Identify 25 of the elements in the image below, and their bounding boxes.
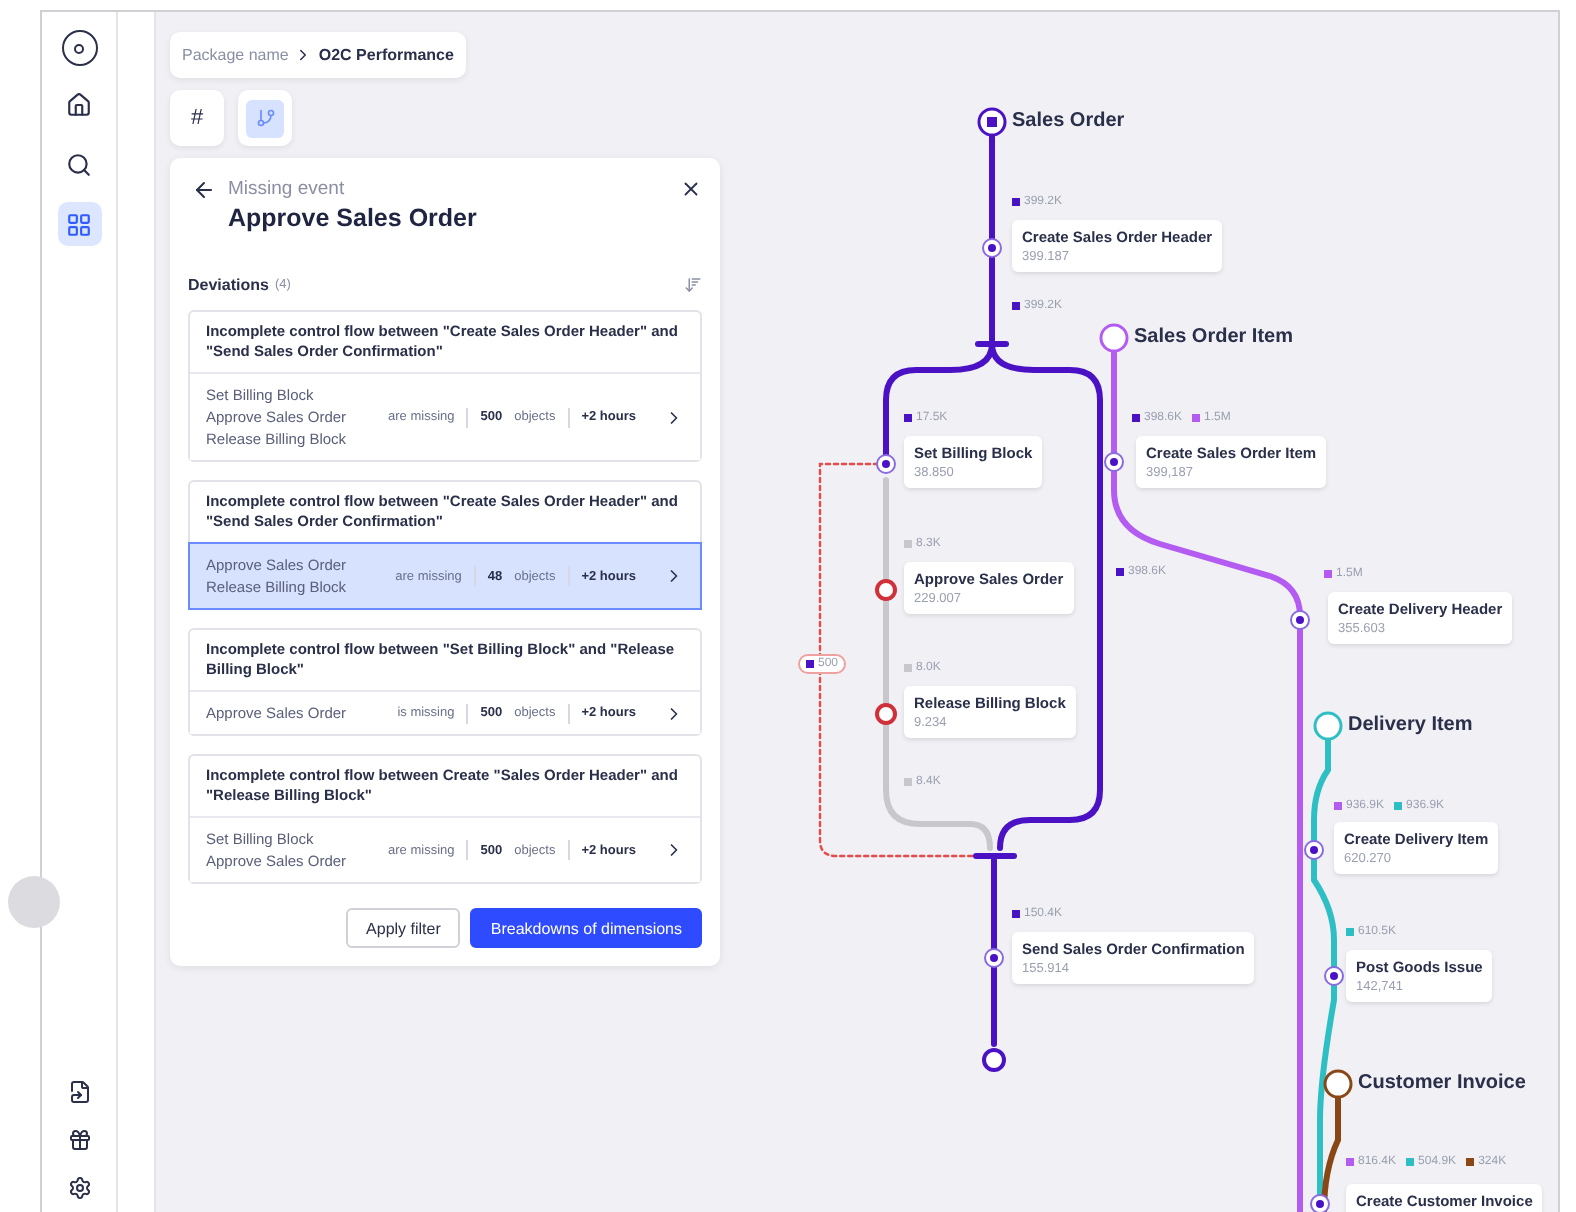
- sort-icon[interactable]: [684, 276, 702, 294]
- object-type-label: Customer Invoice: [1358, 1072, 1526, 1094]
- apply-filter-button[interactable]: Apply filter: [346, 908, 461, 948]
- section-title: Deviations: [188, 276, 269, 294]
- panel-subtitle: Missing event: [228, 178, 347, 200]
- grid-icon[interactable]: [57, 202, 101, 246]
- panel-title: Approve Sales Order: [228, 204, 479, 232]
- end-node-icon: [982, 1048, 1006, 1072]
- logo-icon: [61, 30, 97, 66]
- object-type-label: Sales Order: [1012, 110, 1125, 132]
- table-view-button[interactable]: #: [170, 90, 224, 146]
- breadcrumb-item[interactable]: O2C Performance: [318, 46, 454, 64]
- object-type-label: Delivery Item: [1348, 714, 1473, 736]
- settings-icon[interactable]: [67, 1176, 91, 1200]
- object-type-label: Sales Order Item: [1134, 326, 1293, 348]
- back-arrow-icon[interactable]: [192, 178, 216, 202]
- graph-view-button[interactable]: [238, 90, 292, 146]
- gift-icon[interactable]: [67, 1128, 91, 1152]
- close-icon[interactable]: [680, 178, 702, 200]
- document-icon[interactable]: [67, 1080, 91, 1104]
- join-bar: [973, 853, 1017, 859]
- split-bar: [975, 341, 1009, 347]
- breakdown-button[interactable]: Breakdowns of dimensions: [470, 908, 702, 948]
- drag-handle[interactable]: [8, 876, 60, 928]
- branch-icon: [255, 108, 275, 128]
